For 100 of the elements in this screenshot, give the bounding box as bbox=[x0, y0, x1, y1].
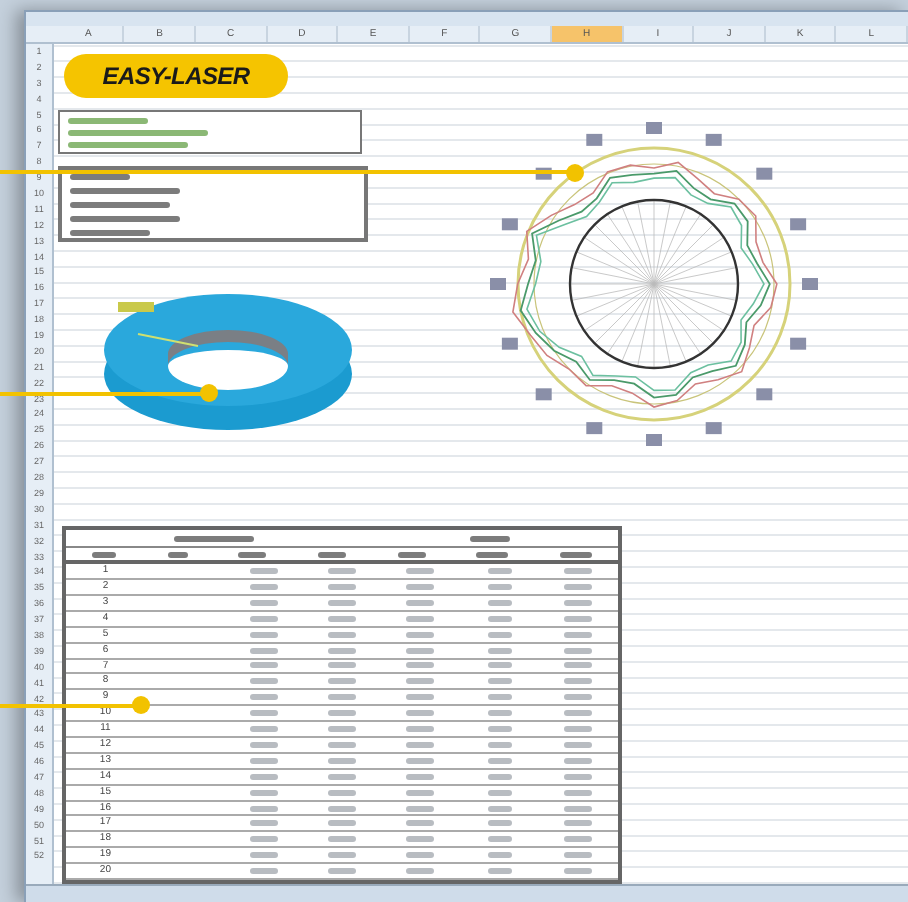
blurred-text bbox=[327, 741, 356, 748]
blurred-text bbox=[470, 535, 510, 542]
blurred-text bbox=[91, 551, 116, 558]
blurred-text bbox=[564, 615, 593, 622]
blurred-text bbox=[406, 820, 435, 827]
blurred-text bbox=[249, 584, 278, 591]
blurred-text bbox=[327, 694, 356, 701]
leader-line bbox=[137, 333, 199, 347]
blurred-text bbox=[406, 584, 435, 591]
blurred-text bbox=[327, 852, 356, 859]
blurred-text bbox=[327, 599, 356, 606]
blurred-text bbox=[406, 694, 435, 701]
angle-marker bbox=[705, 422, 722, 435]
blurred-text bbox=[70, 229, 150, 235]
blurred-text bbox=[327, 568, 356, 575]
blurred-text bbox=[327, 773, 356, 780]
blurred-text bbox=[564, 773, 593, 780]
blurred-text bbox=[249, 789, 278, 796]
blurred-text bbox=[249, 662, 278, 669]
blurred-text bbox=[564, 805, 593, 811]
blurred-text bbox=[249, 694, 278, 701]
angle-marker bbox=[705, 133, 722, 146]
blurred-text bbox=[564, 631, 593, 638]
blurred-text bbox=[249, 599, 278, 606]
blurred-text bbox=[487, 741, 512, 748]
blurred-text bbox=[249, 741, 278, 748]
blurred-text bbox=[487, 836, 512, 843]
blurred-text bbox=[487, 631, 512, 638]
blurred-text bbox=[487, 662, 512, 669]
angle-marker bbox=[501, 337, 518, 350]
blurred-text bbox=[249, 852, 278, 859]
blurred-text bbox=[327, 789, 356, 796]
blurred-text bbox=[327, 678, 356, 685]
blurred-text bbox=[327, 757, 356, 764]
blurred-text bbox=[406, 678, 435, 685]
blurred-text bbox=[564, 647, 593, 654]
blurred-text bbox=[327, 631, 356, 638]
blurred-text bbox=[564, 568, 593, 575]
blurred-text bbox=[487, 694, 512, 701]
blurred-text bbox=[68, 129, 208, 135]
blurred-text bbox=[564, 694, 593, 701]
blurred-text bbox=[249, 568, 278, 575]
blurred-text bbox=[406, 615, 435, 622]
angle-marker bbox=[802, 278, 818, 290]
blurred-text bbox=[397, 551, 426, 558]
blurred-text bbox=[249, 757, 278, 764]
blurred-text bbox=[487, 599, 512, 606]
blurred-text bbox=[406, 647, 435, 654]
blurred-text bbox=[249, 820, 278, 827]
blurred-text bbox=[564, 584, 593, 591]
blurred-text bbox=[487, 710, 512, 717]
blurred-text bbox=[487, 678, 512, 685]
blurred-text bbox=[327, 710, 356, 717]
blurred-text bbox=[406, 726, 435, 733]
blurred-text bbox=[249, 710, 278, 717]
blurred-text bbox=[564, 852, 593, 859]
blurred-text bbox=[406, 757, 435, 764]
blurred-text bbox=[487, 757, 512, 764]
blurred-text bbox=[70, 187, 180, 193]
blurred-text bbox=[317, 551, 346, 558]
blurred-text bbox=[564, 789, 593, 796]
blurred-text bbox=[327, 615, 356, 622]
angle-marker bbox=[646, 434, 662, 446]
blurred-text bbox=[564, 678, 593, 685]
blurred-text bbox=[167, 551, 188, 558]
blurred-text bbox=[487, 726, 512, 733]
label-marker bbox=[118, 302, 154, 312]
blurred-text bbox=[487, 615, 512, 622]
blurred-text bbox=[249, 631, 278, 638]
blurred-text bbox=[487, 852, 512, 859]
blurred-text bbox=[249, 647, 278, 654]
blurred-text bbox=[68, 141, 188, 147]
blurred-text bbox=[70, 173, 130, 179]
angle-marker bbox=[490, 278, 506, 290]
blurred-text bbox=[487, 789, 512, 796]
blurred-text bbox=[249, 836, 278, 843]
blurred-text bbox=[487, 805, 512, 811]
blurred-text bbox=[487, 868, 512, 875]
blurred-text bbox=[68, 117, 148, 123]
blurred-text bbox=[406, 773, 435, 780]
blurred-text bbox=[327, 584, 356, 591]
angle-marker bbox=[756, 388, 773, 401]
blurred-text bbox=[70, 201, 170, 207]
angle-marker bbox=[646, 122, 662, 134]
blurred-text bbox=[487, 773, 512, 780]
blurred-text bbox=[327, 647, 356, 654]
angle-marker bbox=[790, 337, 807, 350]
blurred-text bbox=[406, 852, 435, 859]
blurred-text bbox=[564, 741, 593, 748]
angle-marker bbox=[535, 388, 552, 401]
blurred-text bbox=[564, 820, 593, 827]
blurred-text bbox=[406, 599, 435, 606]
blurred-text bbox=[249, 773, 278, 780]
blurred-text bbox=[560, 551, 593, 558]
blurred-text bbox=[249, 805, 278, 811]
blurred-text bbox=[564, 662, 593, 669]
blurred-text bbox=[406, 710, 435, 717]
blurred-text bbox=[327, 726, 356, 733]
blurred-text bbox=[249, 678, 278, 685]
blurred-text bbox=[406, 789, 435, 796]
